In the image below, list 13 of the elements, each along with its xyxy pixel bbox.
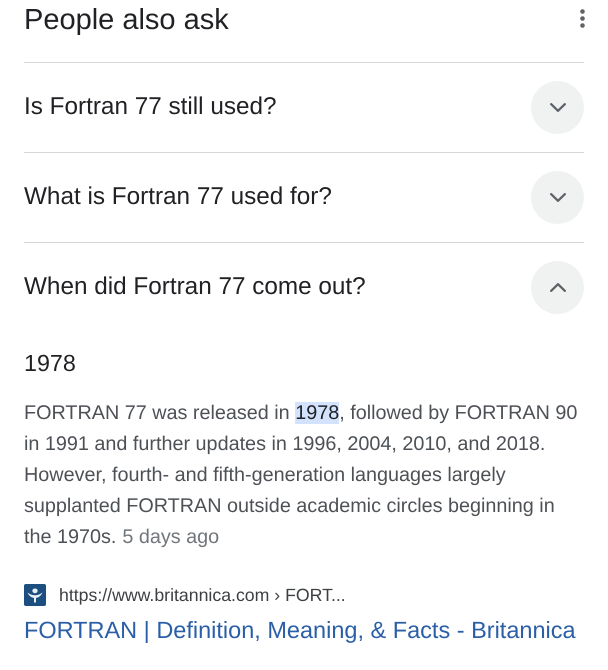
question-text[interactable]: Is Fortran 77 still used? xyxy=(24,89,277,126)
source-title-link[interactable]: FORTRAN | Definition, Meaning, & Facts - Britannica xyxy=(24,615,576,645)
chevron-down-icon xyxy=(550,193,566,202)
answer-text: FORTRAN 77 was released in 1978, followed by FORTRAN 90 in 1991 and further updates in 1996, 2004, 2010, and 2018. However, fourth- and fifth-generation languages largely supplanted FORTRAN outside academic circles beginning in the 1970s. 5 days ago xyxy=(24,401,578,550)
question-text[interactable]: What is Fortran 77 used for? xyxy=(24,179,332,216)
source-url: https://www.britannica.com › FORT... xyxy=(59,584,346,607)
question-text[interactable]: When did Fortran 77 come out? xyxy=(24,269,366,306)
site-logo-icon xyxy=(24,584,46,606)
more-options-icon xyxy=(580,8,584,28)
answer-heading: 1978 xyxy=(24,349,76,378)
section-title: People also ask xyxy=(24,3,229,38)
chevron-down-icon xyxy=(550,103,566,112)
chevron-up-icon xyxy=(550,283,566,292)
